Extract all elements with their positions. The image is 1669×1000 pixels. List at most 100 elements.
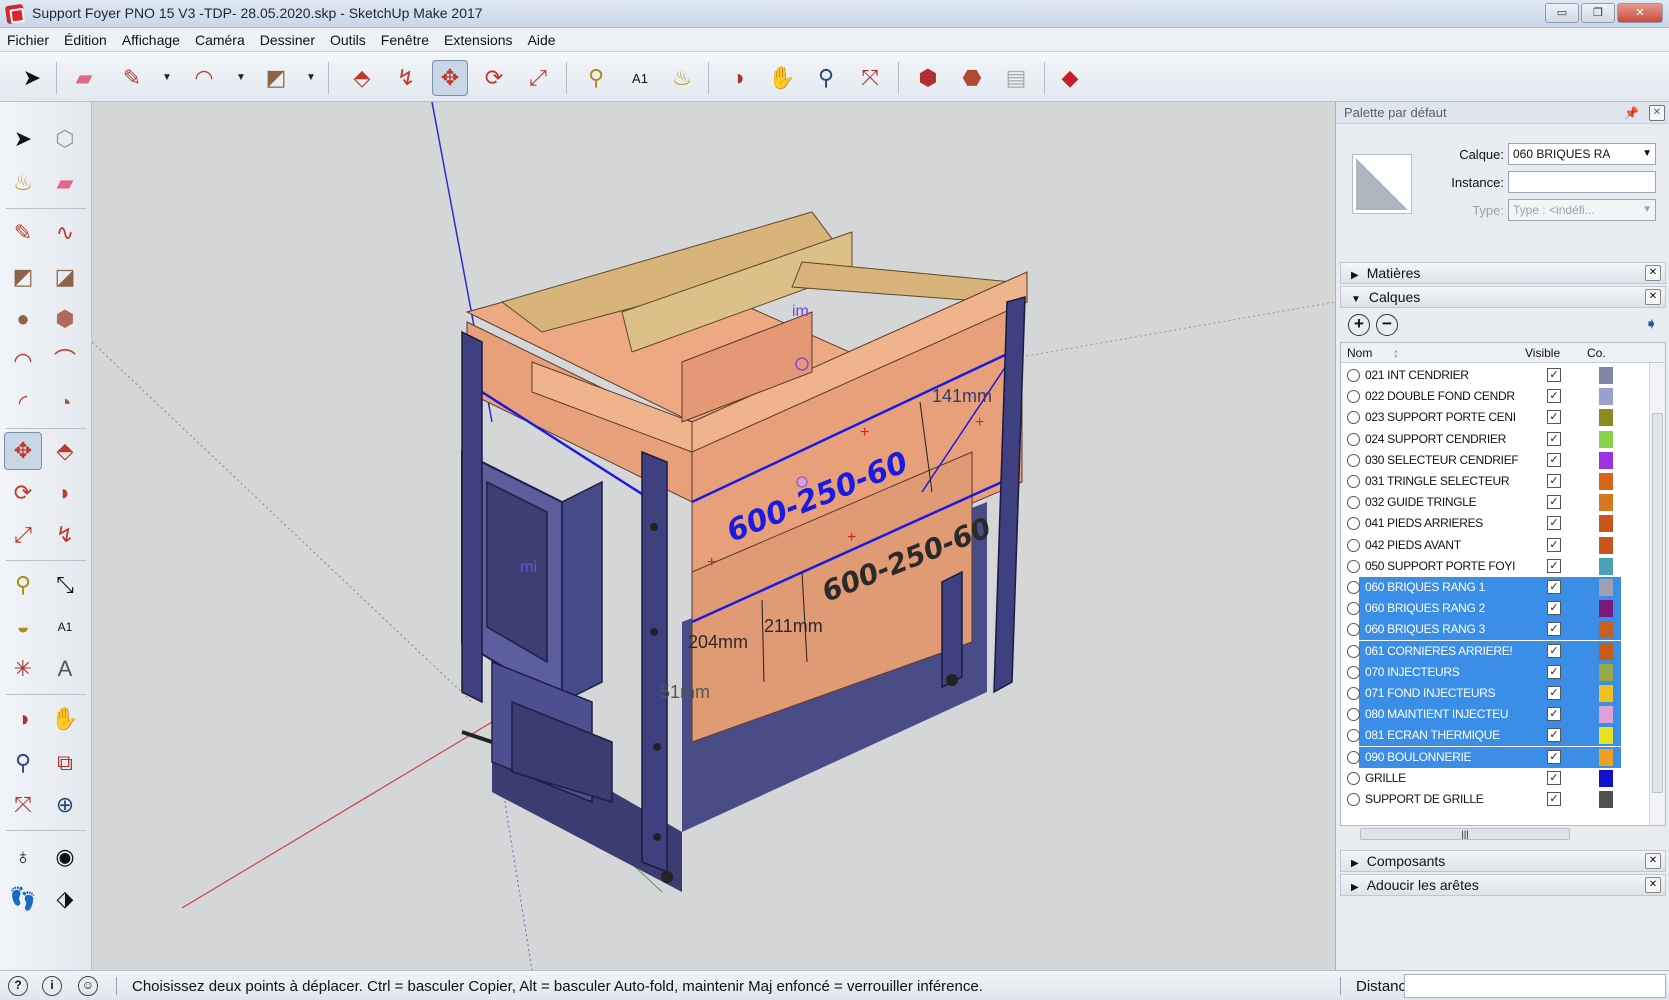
- layer-row[interactable]: 022 DOUBLE FOND CENDR ✓: [1341, 386, 1649, 407]
- lt-pan-button[interactable]: ✋: [46, 700, 84, 738]
- layer-color-swatch[interactable]: [1599, 621, 1613, 639]
- layer-visible-checkbox[interactable]: ✓: [1547, 495, 1561, 510]
- layer-row[interactable]: 031 TRINGLE SELECTEUR ✓: [1341, 471, 1649, 492]
- extension-warehouse-tool-button[interactable]: ◆: [1052, 60, 1088, 96]
- layer-name[interactable]: SUPPORT DE GRILLE: [1365, 792, 1525, 806]
- lt-component-button[interactable]: ⬡: [46, 120, 84, 158]
- active-layer-radio[interactable]: [1347, 475, 1360, 488]
- layer-color-swatch[interactable]: [1599, 367, 1613, 384]
- layer-visible-checkbox[interactable]: ✓: [1547, 707, 1561, 722]
- layer-color-swatch[interactable]: [1599, 430, 1613, 448]
- layer-visible-checkbox[interactable]: ✓: [1547, 452, 1561, 467]
- layer-color-swatch[interactable]: [1599, 388, 1613, 406]
- layer-visible-checkbox[interactable]: ✓: [1547, 664, 1561, 679]
- layer-visible-checkbox[interactable]: ✓: [1547, 516, 1561, 531]
- components-section[interactable]: ▶ Composants ✕: [1340, 850, 1666, 872]
- menu-extensions[interactable]: Extensions: [443, 32, 522, 48]
- column-visible[interactable]: Visible: [1525, 346, 1560, 360]
- soften-edges-close-button[interactable]: ✕: [1645, 877, 1661, 893]
- lt-walk-button[interactable]: 👣: [4, 880, 42, 918]
- get-models-tool-button[interactable]: ▤: [998, 60, 1034, 96]
- layer-visible-checkbox[interactable]: ✓: [1547, 686, 1561, 700]
- layer-visible-checkbox[interactable]: ✓: [1547, 580, 1561, 594]
- active-layer-radio[interactable]: [1347, 369, 1360, 382]
- layer-row[interactable]: 081 ECRAN THERMIQUE ✓: [1341, 725, 1649, 747]
- layers-vertical-scrollbar[interactable]: [1649, 363, 1665, 825]
- layer-row[interactable]: 060 BRIQUES RANG 1 ✓: [1341, 577, 1649, 598]
- components-close-button[interactable]: ✕: [1645, 853, 1661, 869]
- layer-color-swatch[interactable]: [1599, 579, 1613, 596]
- warehouse-tool-button[interactable]: ⬢: [910, 60, 946, 96]
- active-layer-radio[interactable]: [1347, 538, 1360, 552]
- lt-2pt-arc-button[interactable]: ⌒: [46, 342, 84, 380]
- layer-row[interactable]: 024 SUPPORT CENDRIER ✓: [1341, 429, 1649, 450]
- layer-row[interactable]: 021 INT CENDRIER ✓: [1341, 365, 1649, 386]
- menu-fichier[interactable]: Fichier: [6, 32, 59, 48]
- menu-camera[interactable]: Caméra: [194, 32, 255, 48]
- materials-section[interactable]: ▶ Matières ✕: [1340, 262, 1666, 284]
- layer-row[interactable]: 042 PIEDS AVANT ✓: [1341, 535, 1649, 556]
- layer-name[interactable]: 041 PIEDS ARRIERES: [1365, 516, 1525, 530]
- layer-row[interactable]: 061 CORNIERES ARRIERE! ✓: [1341, 640, 1649, 662]
- layer-name[interactable]: GRILLE: [1365, 771, 1525, 785]
- column-name[interactable]: Nom: [1347, 346, 1372, 360]
- line-tool-dropdown[interactable]: ▼: [162, 72, 172, 83]
- layer-name[interactable]: 080 MAINTIENT INJECTEU: [1365, 707, 1525, 721]
- lt-rotate-button[interactable]: ⟳: [4, 474, 42, 512]
- layer-row[interactable]: 080 MAINTIENT INJECTEU ✓: [1341, 704, 1649, 726]
- tape-measure-tool-button[interactable]: ⚲: [578, 60, 614, 96]
- lt-move-button[interactable]: ✥: [4, 432, 42, 470]
- rectangle-tool-button[interactable]: ◩: [258, 60, 294, 96]
- active-layer-radio[interactable]: [1347, 771, 1360, 785]
- menu-affichage[interactable]: Affichage: [121, 32, 190, 48]
- layer-name[interactable]: 061 CORNIERES ARRIERE!: [1365, 644, 1525, 658]
- lt-zoom-extents-button[interactable]: ⤧: [4, 786, 42, 824]
- user-icon[interactable]: ☺: [78, 976, 98, 996]
- close-button[interactable]: ✕: [1617, 3, 1663, 23]
- layer-row[interactable]: 060 BRIQUES RANG 2 ✓: [1341, 598, 1649, 620]
- lt-arc-button[interactable]: ◠: [4, 342, 42, 380]
- active-layer-radio[interactable]: [1347, 432, 1360, 446]
- layer-color-swatch[interactable]: [1599, 642, 1613, 660]
- layer-name[interactable]: 021 INT CENDRIER: [1365, 368, 1525, 382]
- arc-tool-dropdown[interactable]: ▼: [236, 72, 246, 83]
- layer-color-swatch[interactable]: [1599, 663, 1613, 681]
- layer-visible-checkbox[interactable]: ✓: [1547, 368, 1561, 382]
- layer-color-swatch[interactable]: [1599, 748, 1613, 766]
- instance-field[interactable]: [1508, 171, 1656, 193]
- offset-tool-button[interactable]: ↯: [388, 60, 424, 96]
- maximize-button[interactable]: ❐: [1581, 3, 1615, 23]
- layer-color-swatch[interactable]: [1599, 600, 1613, 618]
- layer-row[interactable]: 023 SUPPORT PORTE CENI ✓: [1341, 407, 1649, 428]
- lt-eraser-button[interactable]: ▰: [46, 164, 84, 202]
- layer-color-swatch[interactable]: [1599, 451, 1613, 469]
- zoom-extents-tool-button[interactable]: ⤧: [852, 60, 888, 96]
- column-color[interactable]: Co.: [1587, 346, 1606, 360]
- materials-close-button[interactable]: ✕: [1645, 265, 1661, 281]
- layer-visible-checkbox[interactable]: ✓: [1547, 622, 1561, 637]
- type-select[interactable]: Type : <indéfi... ▼: [1508, 199, 1656, 221]
- geolocation-icon[interactable]: ?: [8, 976, 28, 996]
- lt-paint-button[interactable]: ♨: [4, 164, 42, 202]
- layer-name[interactable]: 050 SUPPORT PORTE FOYI: [1365, 559, 1525, 573]
- active-layer-radio[interactable]: [1347, 687, 1360, 700]
- lt-3d-text-button[interactable]: A: [46, 650, 84, 688]
- share-model-tool-button[interactable]: ⬣: [954, 60, 990, 96]
- lt-3pt-arc-button[interactable]: ◜: [4, 384, 42, 422]
- active-layer-radio[interactable]: [1347, 665, 1360, 679]
- lt-line-button[interactable]: ✎: [4, 214, 42, 252]
- push-pull-tool-button[interactable]: ⬘: [344, 60, 380, 96]
- layer-row[interactable]: 071 FOND INJECTEURS ✓: [1341, 683, 1649, 704]
- layer-color-swatch[interactable]: [1599, 515, 1613, 533]
- layer-name[interactable]: 060 BRIQUES RANG 2: [1365, 601, 1525, 615]
- text-tool-button[interactable]: A1: [622, 60, 658, 96]
- menu-outils[interactable]: Outils: [329, 32, 376, 48]
- layer-color-swatch[interactable]: [1599, 536, 1613, 554]
- layer-visible-checkbox[interactable]: ✓: [1547, 537, 1561, 552]
- active-layer-radio[interactable]: [1347, 644, 1360, 658]
- active-layer-radio[interactable]: [1347, 793, 1360, 806]
- layer-color-swatch[interactable]: [1599, 473, 1613, 490]
- layer-name[interactable]: 031 TRINGLE SELECTEUR: [1365, 474, 1525, 488]
- lt-protractor-button[interactable]: ◒: [4, 608, 42, 646]
- lt-zoom-window-button[interactable]: ⧉: [46, 744, 84, 782]
